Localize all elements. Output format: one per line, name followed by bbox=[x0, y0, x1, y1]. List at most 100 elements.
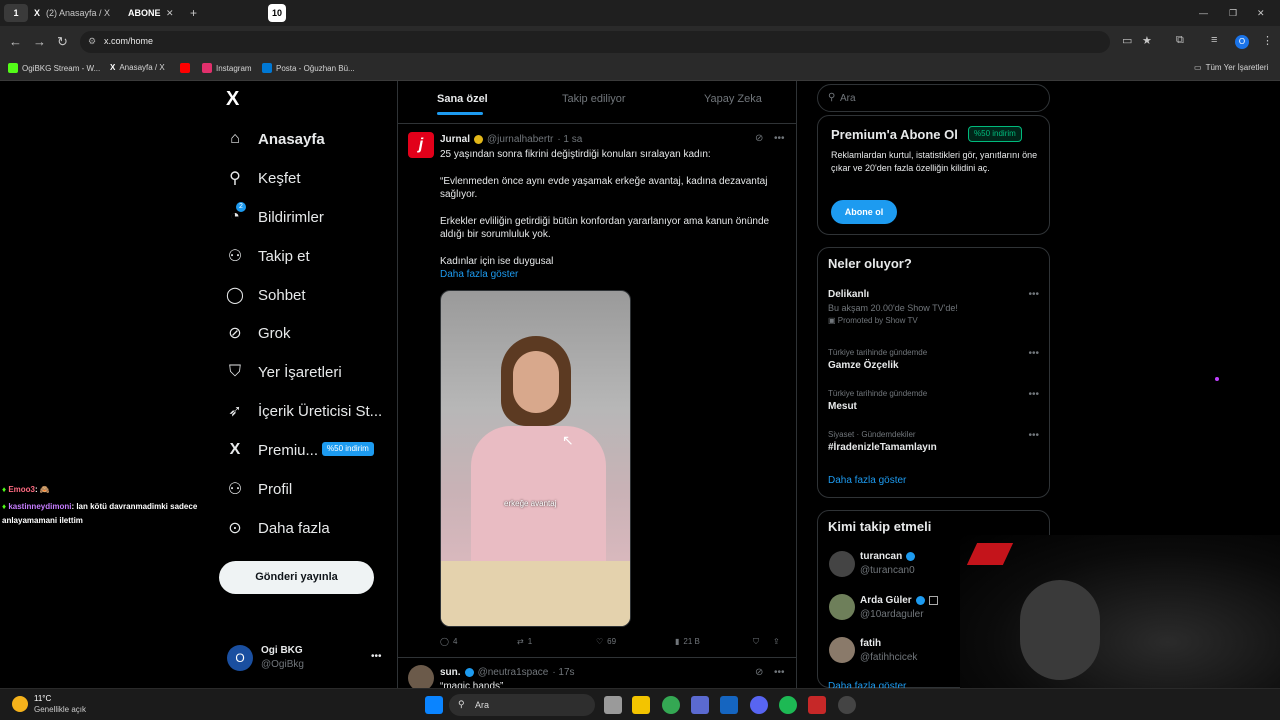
nav-profile[interactable]: ⚇ Profil bbox=[226, 480, 292, 499]
premium-discount-badge[interactable]: %50 indirim bbox=[322, 442, 374, 456]
account-avatar[interactable]: O bbox=[227, 645, 253, 671]
discord-icon[interactable] bbox=[750, 696, 768, 714]
tweet-author[interactable]: sun. bbox=[440, 667, 461, 678]
trend-more-icon[interactable]: ••• bbox=[1028, 430, 1039, 441]
webcam-person bbox=[1020, 580, 1100, 680]
url-field[interactable]: ⚙ x.com/home bbox=[80, 31, 1110, 53]
nav-more[interactable]: ⊙ Daha fazla bbox=[226, 519, 329, 538]
follow-name-row: turancan bbox=[860, 551, 916, 562]
menu-kebab-icon[interactable]: ⋮ bbox=[1262, 34, 1273, 47]
reload-icon[interactable]: ↻ bbox=[57, 34, 68, 50]
app-icon[interactable] bbox=[838, 696, 856, 714]
nav-explore[interactable]: ⚲ Keşfet bbox=[226, 169, 300, 188]
tweet-more-icon[interactable]: ••• bbox=[774, 667, 785, 678]
nav-bookmarks[interactable]: ⛉ Yer İşaretleri bbox=[226, 363, 342, 381]
divider bbox=[398, 123, 796, 124]
tweet-more-icon[interactable]: ••• bbox=[774, 133, 785, 144]
post-button[interactable]: Gönderi yayınla bbox=[219, 561, 374, 594]
maximize-icon[interactable]: ❐ bbox=[1229, 4, 1237, 22]
bookmark-button[interactable]: ⛉ bbox=[753, 637, 759, 647]
nav-notifications[interactable]: ◔ 2 Bildirimler bbox=[226, 202, 324, 226]
trend-more-icon[interactable]: ••• bbox=[1028, 348, 1039, 359]
trend-item[interactable]: Siyaset · Gündemdekiler #İradenizleTamam… bbox=[828, 430, 937, 453]
bookmark-ogibkg[interactable]: OgiBKG Stream - W... bbox=[8, 63, 100, 73]
tab-for-you[interactable]: Sana özel bbox=[437, 93, 488, 105]
all-bookmarks[interactable]: ▭ Tüm Yer İşaretleri bbox=[1194, 63, 1268, 72]
taskbar-search[interactable]: ⚲ Ara bbox=[449, 694, 595, 716]
store-icon[interactable] bbox=[691, 696, 709, 714]
nav-premium[interactable]: X Premiu... bbox=[226, 441, 318, 459]
site-info-icon[interactable]: ⚙ bbox=[88, 36, 96, 47]
dot bbox=[1215, 377, 1219, 381]
account-menu-icon[interactable]: ••• bbox=[371, 651, 382, 662]
follow-name[interactable]: fatih bbox=[860, 638, 881, 649]
tab-count-badge[interactable]: 10 bbox=[268, 4, 286, 22]
chat-message: ♦ Emoo3: 🙈 bbox=[2, 485, 50, 494]
minimize-icon[interactable]: — bbox=[1199, 4, 1208, 22]
follow-avatar[interactable] bbox=[829, 637, 855, 663]
trends-show-more[interactable]: Daha fazla göster bbox=[828, 475, 906, 486]
weather-icon[interactable] bbox=[12, 696, 28, 712]
nav-home[interactable]: ⌂ Anasayfa bbox=[226, 130, 325, 148]
trend-more-icon[interactable]: ••• bbox=[1028, 389, 1039, 400]
x-logo-icon: X bbox=[34, 8, 41, 18]
trend-item[interactable]: Türkiye tarihinde gündemde Gamze Özçelik bbox=[828, 348, 927, 371]
task-view-icon[interactable] bbox=[604, 696, 622, 714]
nav-chat[interactable]: ◯ Sohbet bbox=[226, 286, 306, 305]
video-caption: erkeğe avantaj bbox=[504, 499, 557, 508]
reply-button[interactable]: ◯ 4 bbox=[440, 637, 457, 646]
trend-item[interactable]: Delikanlı Bu akşam 20.00'de Show TV'de! … bbox=[828, 289, 958, 325]
close-tab-icon[interactable]: ✕ bbox=[166, 4, 174, 22]
mail-icon[interactable] bbox=[720, 696, 738, 714]
tweet-avatar[interactable]: j bbox=[408, 132, 434, 158]
nav-creator-studio[interactable]: ➶ İçerik Üreticisi St... bbox=[226, 402, 382, 421]
tab-ai[interactable]: Yapay Zeka bbox=[704, 93, 762, 105]
tweet-handle[interactable]: @jurnalhabertr bbox=[487, 134, 553, 145]
search-icon: ⚲ bbox=[458, 699, 465, 709]
follow-avatar[interactable] bbox=[829, 594, 855, 620]
share-button[interactable]: ⇪ bbox=[773, 637, 780, 646]
x-logo-icon: X bbox=[110, 63, 116, 72]
grok-explain-icon[interactable]: ⊘ bbox=[755, 667, 763, 678]
views-button[interactable]: ▮ 21 B bbox=[675, 637, 700, 646]
file-explorer-icon[interactable] bbox=[632, 696, 650, 714]
close-window-icon[interactable]: ✕ bbox=[1257, 4, 1265, 22]
profile-avatar[interactable]: O bbox=[1235, 35, 1249, 49]
tab-counter-left[interactable]: 1 bbox=[4, 4, 28, 22]
search-input[interactable]: ⚲ Ara bbox=[817, 84, 1050, 112]
nav-follow[interactable]: ⚇ Takip et bbox=[226, 247, 310, 266]
tweet-time[interactable]: · 17s bbox=[552, 667, 574, 678]
star-icon[interactable]: ★ bbox=[1142, 34, 1152, 47]
grok-explain-icon[interactable]: ⊘ bbox=[755, 133, 763, 144]
bookmark-outlook[interactable]: Posta - Oğuzhan Bü... bbox=[262, 63, 355, 73]
repost-button[interactable]: ⇄ 1 bbox=[517, 637, 532, 646]
chrome-icon[interactable] bbox=[662, 696, 680, 714]
subscribe-button[interactable]: Abone ol bbox=[831, 200, 897, 224]
views-icon: ▮ bbox=[675, 637, 680, 646]
trend-more-icon[interactable]: ••• bbox=[1028, 289, 1039, 300]
tweet-video[interactable]: erkeğe avantaj bbox=[440, 290, 631, 627]
tab-following[interactable]: Takip ediliyor bbox=[562, 93, 626, 105]
tweet-author[interactable]: Jurnal bbox=[440, 134, 470, 145]
nav-grok[interactable]: ⊘ Grok bbox=[226, 324, 290, 343]
forward-icon[interactable]: → bbox=[33, 34, 46, 49]
x-logo[interactable]: X bbox=[226, 88, 239, 111]
back-icon[interactable]: ← bbox=[9, 34, 22, 49]
bookmark-x-home[interactable]: X Anasayfa / X bbox=[110, 63, 165, 72]
follow-avatar[interactable] bbox=[829, 551, 855, 577]
cast-icon[interactable]: ▭ bbox=[1122, 34, 1132, 47]
bookmark-youtube[interactable] bbox=[180, 63, 190, 73]
tweet-time[interactable]: · 1 sa bbox=[557, 134, 582, 145]
obs-icon[interactable] bbox=[808, 696, 826, 714]
tweet-handle[interactable]: @neutra1space bbox=[478, 667, 549, 678]
tweet-show-more[interactable]: Daha fazla göster bbox=[440, 268, 785, 281]
extensions-icon[interactable]: ⧉ bbox=[1176, 34, 1184, 47]
like-button[interactable]: ♡ 69 bbox=[596, 637, 616, 646]
spotify-icon[interactable] bbox=[779, 696, 797, 714]
bookmark-instagram[interactable]: Instagram bbox=[202, 63, 252, 73]
windows-start-icon[interactable] bbox=[425, 696, 443, 714]
trend-item[interactable]: Türkiye tarihinde gündemde Mesut bbox=[828, 389, 927, 412]
new-tab-button[interactable]: + bbox=[190, 4, 197, 22]
media-control-icon[interactable]: ≡ bbox=[1211, 34, 1217, 46]
gold-verified-icon bbox=[474, 135, 484, 144]
